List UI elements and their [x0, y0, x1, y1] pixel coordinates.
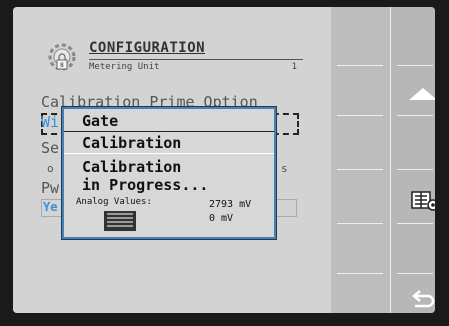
- configuration-gear-icon: 8: [48, 43, 76, 71]
- softkey-separator: [397, 223, 433, 224]
- calibration-progress-dialog: Gate Calibration Calibration in Progress…: [62, 107, 276, 239]
- page-number: 1: [291, 62, 297, 72]
- page-subtitle: Metering Unit: [89, 62, 160, 72]
- softkey-separator: [397, 115, 433, 116]
- gate-label: Gate: [82, 112, 119, 130]
- more-label: ...: [360, 307, 380, 313]
- softkey-column-divider: [390, 7, 391, 313]
- row-s-label: s: [281, 162, 288, 175]
- gate-divider: [64, 131, 274, 132]
- svg-text:8: 8: [60, 62, 64, 69]
- softkey-separator: [337, 273, 383, 274]
- row-ye-value: Ye: [43, 200, 58, 214]
- softkey-separator: [337, 115, 383, 116]
- row-wi-value: Wi: [41, 113, 60, 131]
- calibration-divider: [64, 153, 274, 154]
- page-header: 8 CONFIGURATION Metering Unit 1: [45, 37, 303, 79]
- softkey-separator: [337, 65, 383, 66]
- softkey-separator: [397, 169, 433, 170]
- header-divider: [89, 59, 303, 60]
- row-o-label: o: [47, 162, 54, 175]
- metering-unit-icon: [411, 191, 435, 211]
- screen: 8 CONFIGURATION Metering Unit 1 Calibrat…: [13, 7, 435, 313]
- row-se-label: Se: [41, 139, 60, 157]
- softkey-separator: [397, 273, 433, 274]
- softkey-separator: [397, 65, 433, 66]
- row-pw-label: Pw: [41, 179, 60, 197]
- main-panel: 8 CONFIGURATION Metering Unit 1 Calibrat…: [13, 7, 331, 313]
- progress-message-line1: Calibration: [82, 158, 182, 176]
- softkey-separator: [337, 169, 383, 170]
- up-arrow-icon: [409, 88, 435, 100]
- analog-value-1: 2793 mV: [209, 199, 252, 210]
- sensor-icon: [104, 211, 136, 231]
- softkey-column-left: [331, 7, 391, 313]
- analog-value-2: 0 mV: [209, 213, 234, 224]
- calibration-label: Calibration: [82, 134, 182, 152]
- back-icon: [412, 290, 435, 308]
- page-title: CONFIGURATION: [89, 40, 206, 56]
- softkey-separator: [337, 223, 383, 224]
- progress-message-line2: in Progress...: [82, 176, 209, 194]
- analog-values-label: Analog Values:: [76, 197, 152, 207]
